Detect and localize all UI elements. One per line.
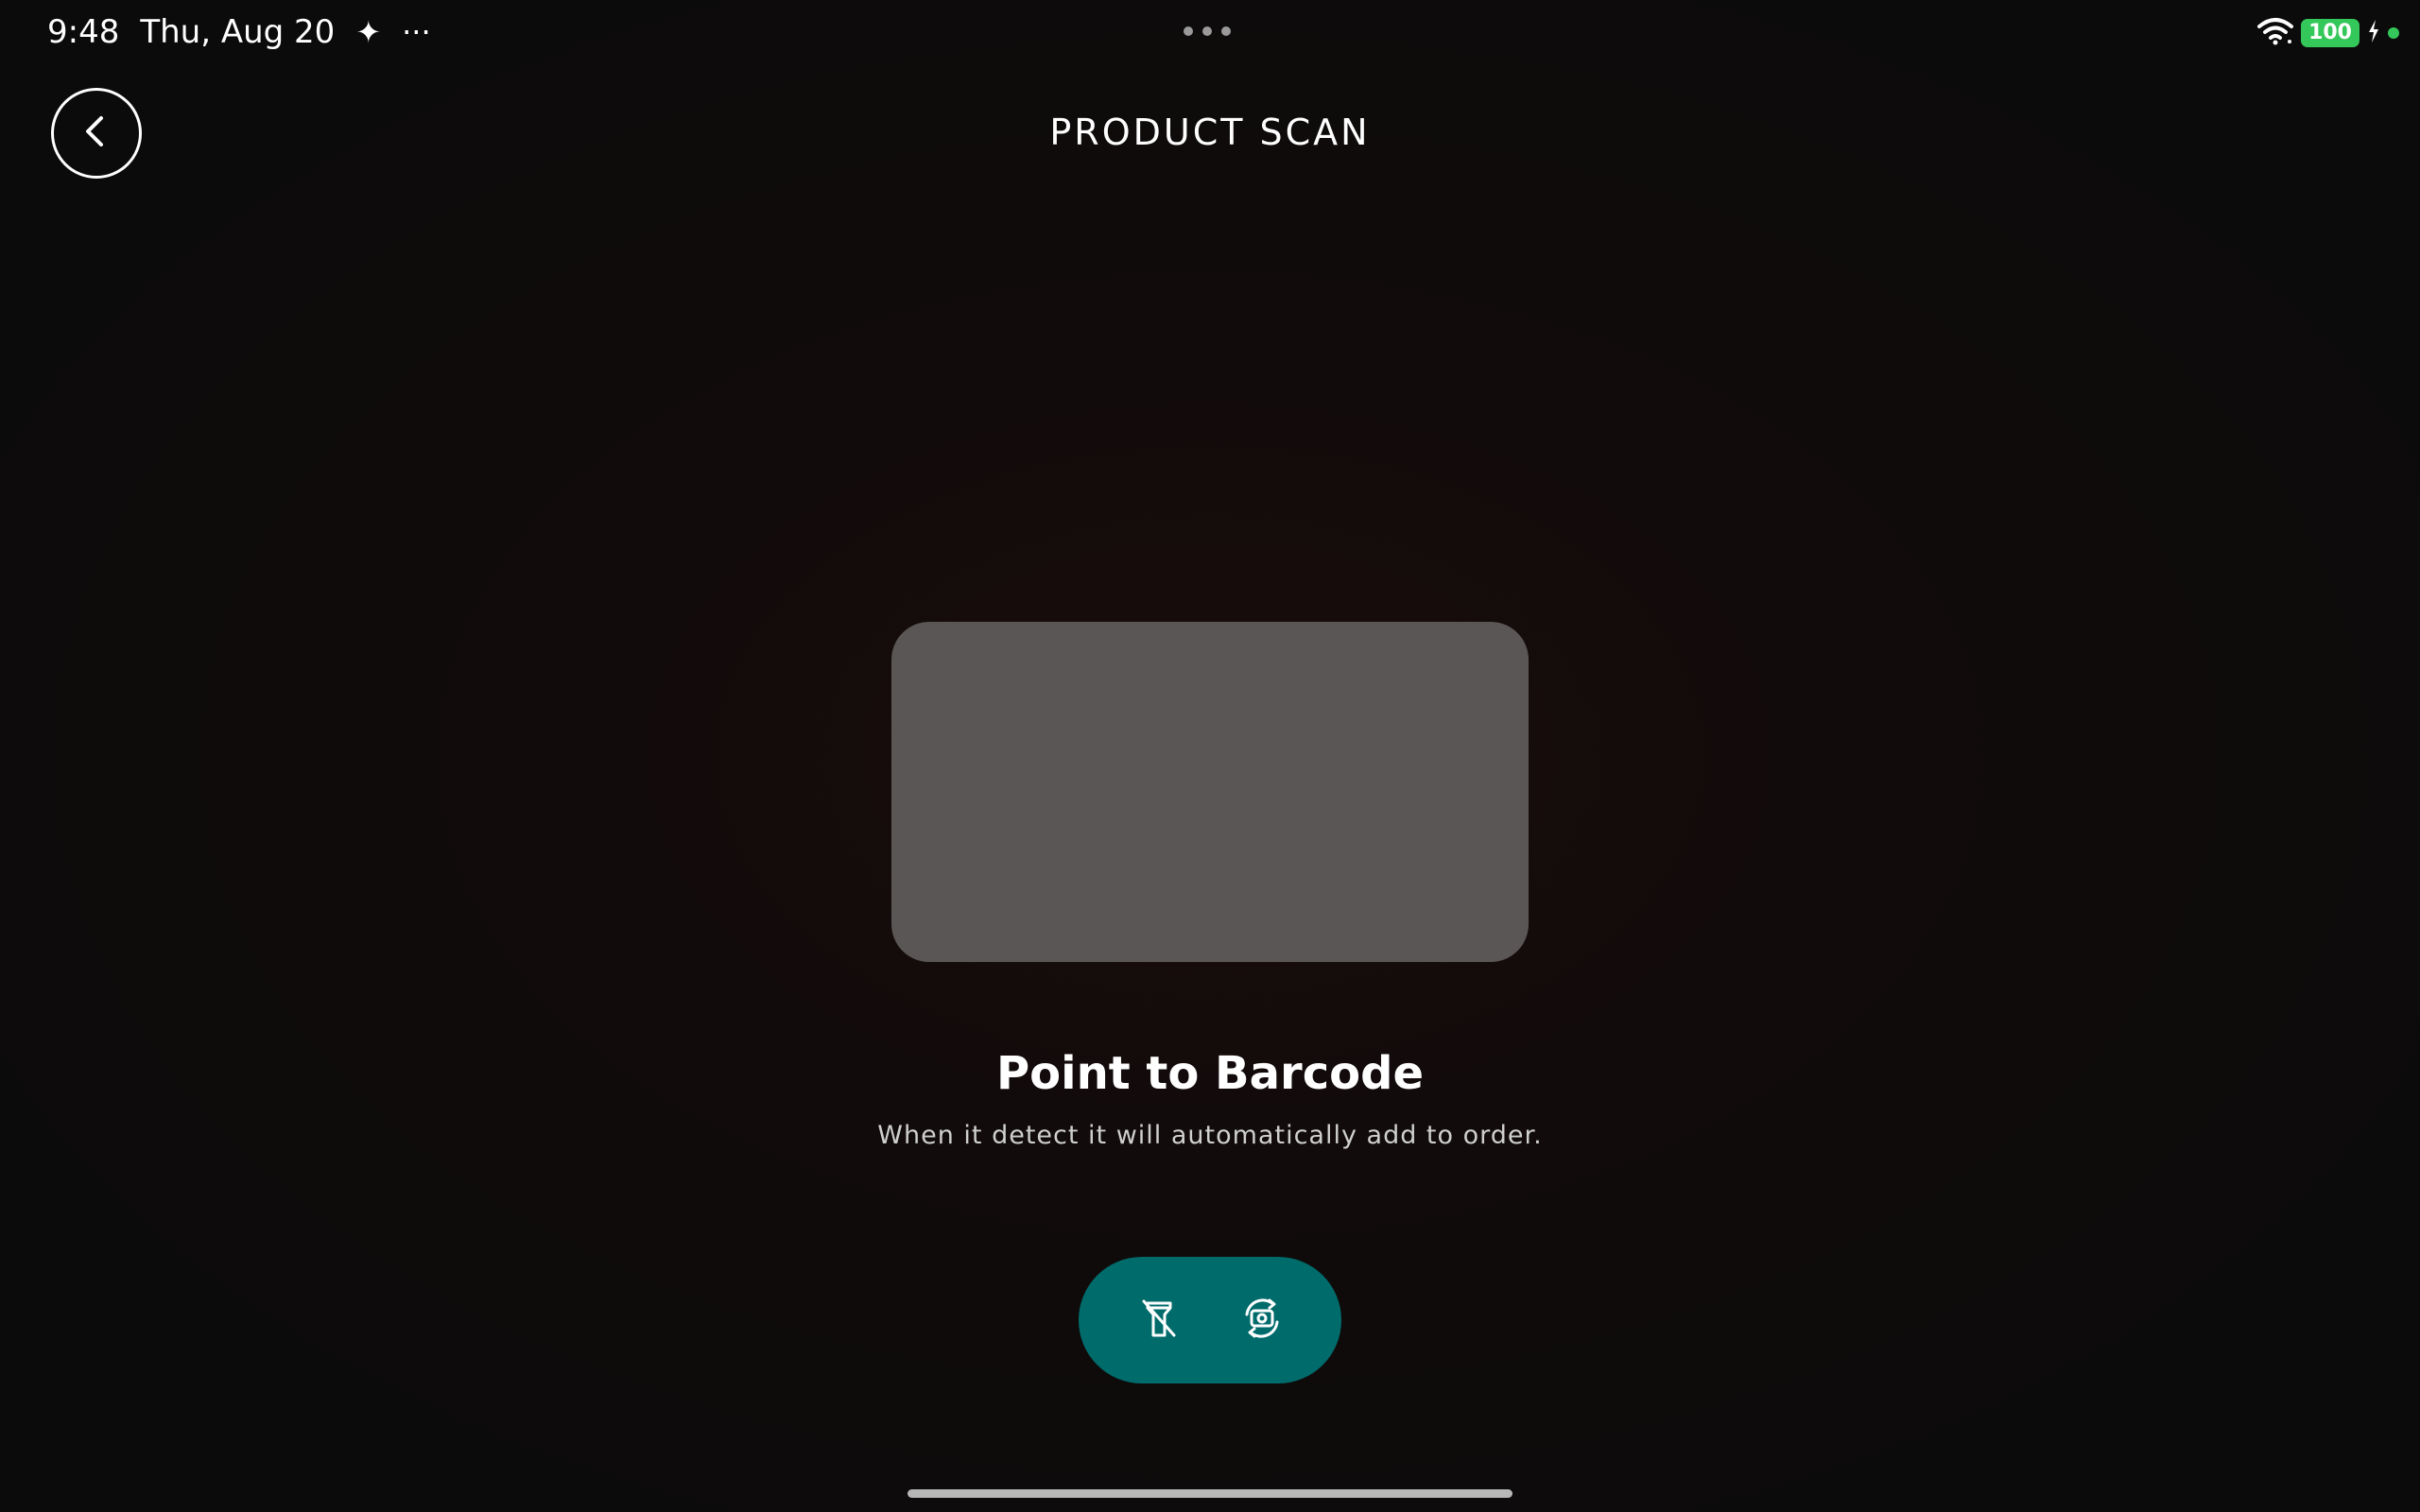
status-time: 9:48 bbox=[47, 13, 120, 51]
flashlight-toggle-button[interactable] bbox=[1126, 1287, 1192, 1353]
more-notifications-icon: ··· bbox=[402, 14, 431, 50]
dot-icon bbox=[1184, 26, 1193, 36]
dot-icon bbox=[1202, 26, 1212, 36]
battery-icon: 100 bbox=[2301, 19, 2360, 47]
camera-switch-icon bbox=[1239, 1296, 1285, 1345]
camera-in-use-indicator bbox=[2388, 27, 2399, 39]
home-indicator[interactable] bbox=[908, 1489, 1512, 1498]
status-left: 9:48 Thu, Aug 20 ✦ ··· bbox=[47, 13, 431, 51]
instruction-subtitle: When it detect it will automatically add… bbox=[877, 1121, 1543, 1150]
dot-icon bbox=[1221, 26, 1231, 36]
status-right: 100 bbox=[2257, 17, 2399, 49]
multitasking-dots[interactable] bbox=[1184, 26, 1231, 36]
flashlight-off-icon bbox=[1138, 1297, 1180, 1343]
camera-controls bbox=[1079, 1257, 1341, 1383]
scan-frame bbox=[891, 622, 1529, 962]
sparkle-icon: ✦ bbox=[355, 14, 382, 50]
status-bar: 9:48 Thu, Aug 20 ✦ ··· 100 bbox=[0, 0, 2420, 66]
wifi-icon bbox=[2257, 17, 2294, 49]
status-date: Thu, Aug 20 bbox=[140, 13, 336, 51]
charging-icon bbox=[2367, 19, 2380, 47]
instruction-title: Point to Barcode bbox=[995, 1047, 1425, 1100]
switch-camera-button[interactable] bbox=[1229, 1287, 1295, 1353]
page-title: PRODUCT SCAN bbox=[1049, 112, 1371, 153]
